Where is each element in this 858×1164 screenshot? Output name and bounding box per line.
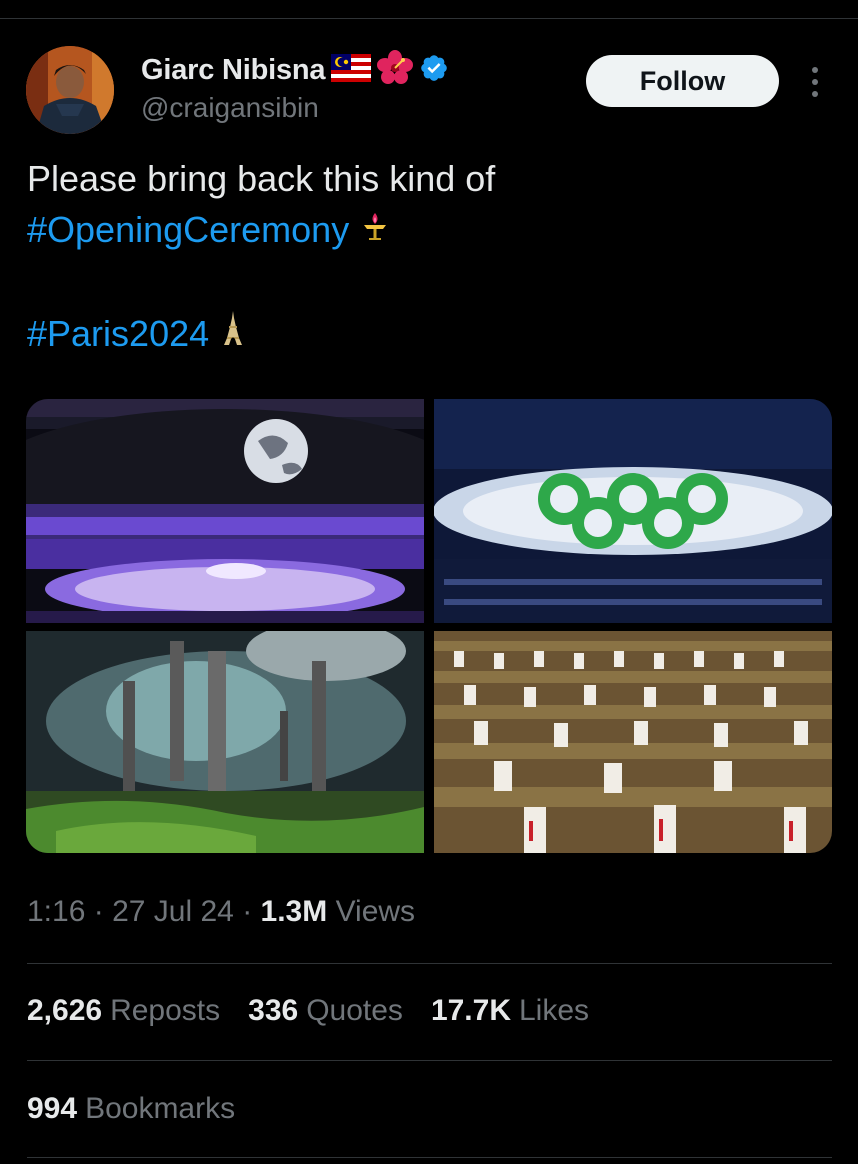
olympic-torch-icon bbox=[359, 205, 391, 255]
quotes-count: 336 bbox=[248, 994, 299, 1027]
tweet-date[interactable]: 27 Jul 24 bbox=[112, 895, 234, 928]
more-options-icon[interactable] bbox=[806, 64, 824, 100]
divider bbox=[27, 1157, 832, 1158]
quotes-stat[interactable]: 336 Quotes bbox=[248, 994, 403, 1028]
tweet-meta: 1:16 · 27 Jul 24 · 1.3M Views bbox=[27, 895, 415, 929]
divider bbox=[27, 963, 832, 964]
reposts-stat[interactable]: 2,626 Reposts bbox=[27, 994, 220, 1028]
bookmarks-stat[interactable]: 994 Bookmarks bbox=[27, 1092, 235, 1126]
tweet-hashtag-row: #Paris2024 bbox=[27, 309, 243, 359]
bookmarks-count: 994 bbox=[27, 1092, 78, 1125]
views-count: 1.3M bbox=[260, 895, 328, 928]
follow-button[interactable]: Follow bbox=[586, 55, 779, 107]
quotes-label: Quotes bbox=[306, 994, 403, 1027]
hashtag-link[interactable]: #Paris2024 bbox=[27, 309, 209, 359]
bookmarks-label: Bookmarks bbox=[85, 1092, 236, 1125]
avatar-image bbox=[26, 46, 114, 134]
tweet-text-line: Please bring back this kind of bbox=[27, 158, 496, 199]
media-grid bbox=[26, 399, 832, 853]
author-display-name[interactable]: Giarc Nibisna bbox=[141, 54, 326, 87]
divider bbox=[27, 1060, 832, 1061]
hibiscus-icon bbox=[377, 49, 414, 91]
meta-separator: · bbox=[93, 895, 104, 928]
views-label: Views bbox=[335, 895, 416, 928]
top-divider bbox=[0, 18, 858, 19]
likes-stat[interactable]: 17.7K Likes bbox=[431, 994, 589, 1028]
avatar[interactable] bbox=[26, 46, 114, 134]
tweet-time[interactable]: 1:16 bbox=[27, 895, 85, 928]
reposts-label: Reposts bbox=[110, 994, 221, 1027]
meta-separator: · bbox=[242, 895, 253, 928]
likes-label: Likes bbox=[519, 994, 590, 1027]
malaysia-flag-icon bbox=[331, 53, 372, 87]
tweet-hashtag-row: #OpeningCeremony bbox=[27, 205, 391, 255]
engagement-stats: 2,626 Reposts 336 Quotes 17.7K Likes bbox=[27, 994, 589, 1028]
media-photo-drummers[interactable] bbox=[434, 631, 832, 853]
hashtag-link[interactable]: #OpeningCeremony bbox=[27, 205, 349, 255]
media-photo-olympic-rings[interactable] bbox=[434, 399, 832, 623]
likes-count: 17.7K bbox=[430, 994, 511, 1027]
author-name-row: Giarc Nibisna bbox=[141, 49, 449, 91]
verified-badge-icon[interactable] bbox=[419, 53, 449, 88]
eiffel-tower-icon bbox=[223, 309, 243, 359]
reposts-count: 2,626 bbox=[27, 994, 103, 1027]
media-photo-stadium-globe[interactable] bbox=[26, 399, 424, 623]
author-handle[interactable]: @craigansibin bbox=[141, 92, 319, 124]
media-photo-smokestacks[interactable] bbox=[26, 631, 424, 853]
